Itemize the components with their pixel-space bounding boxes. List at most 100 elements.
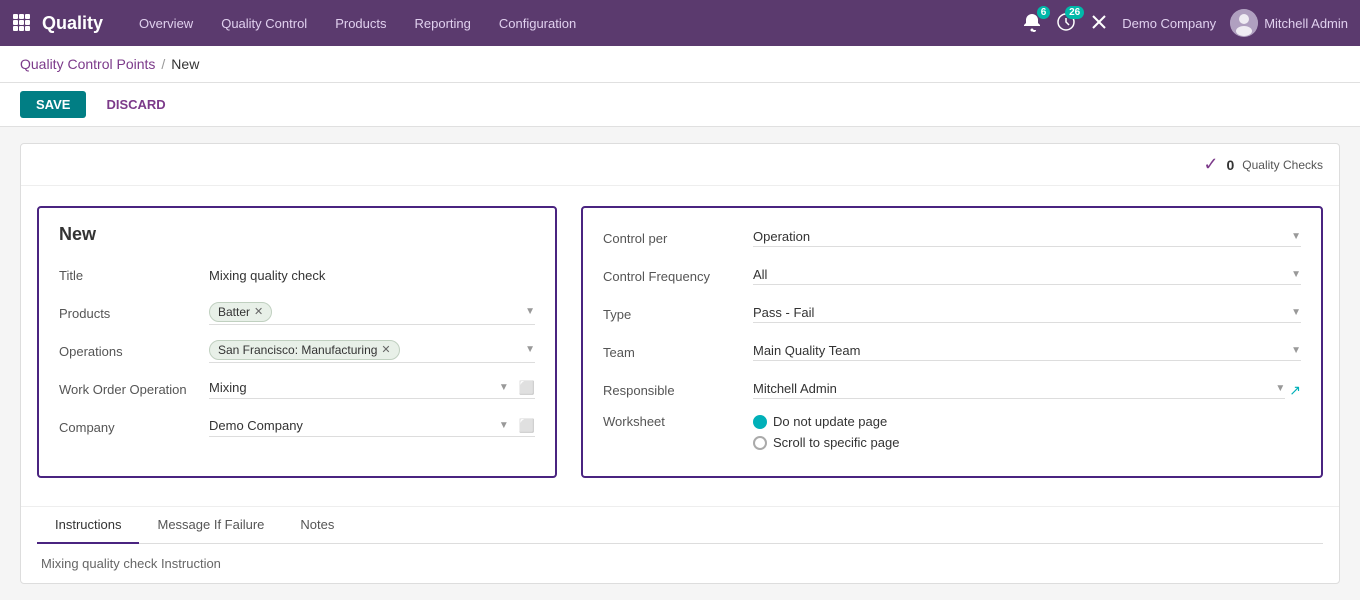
control-freq-value: All: [753, 267, 767, 282]
control-freq-label: Control Frequency: [603, 269, 753, 284]
app-brand: Quality: [42, 13, 103, 34]
responsible-value: Mitchell Admin: [753, 381, 837, 396]
responsible-select[interactable]: Mitchell Admin ▼: [753, 381, 1285, 399]
type-row: Type Pass - Fail ▼: [603, 300, 1301, 328]
control-per-value: Operation: [753, 229, 810, 244]
close-icon[interactable]: [1090, 13, 1108, 34]
worksheet-option2-label: Scroll to specific page: [773, 435, 899, 450]
team-label: Team: [603, 345, 753, 360]
breadcrumb-parent[interactable]: Quality Control Points: [20, 56, 155, 72]
save-button[interactable]: SAVE: [20, 91, 86, 118]
products-chevron-icon: ▼: [525, 306, 535, 317]
products-label: Products: [59, 306, 209, 321]
worksheet-option2-item[interactable]: Scroll to specific page: [753, 435, 899, 450]
operations-row: Operations San Francisco: Manufacturing …: [59, 337, 535, 365]
tab-content-instructions: Mixing quality check Instruction: [37, 544, 1323, 583]
top-navigation: Quality Overview Quality Control Product…: [0, 0, 1360, 46]
activity-icon[interactable]: 26: [1056, 12, 1076, 35]
worksheet-option1-label: Do not update page: [773, 414, 887, 429]
nav-item-quality-control[interactable]: Quality Control: [209, 10, 319, 37]
action-bar: SAVE DISCARD: [0, 83, 1360, 127]
user-name: Mitchell Admin: [1264, 16, 1348, 31]
control-per-row: Control per Operation ▼: [603, 224, 1301, 252]
nav-item-reporting[interactable]: Reporting: [403, 10, 483, 37]
work-order-label: Work Order Operation: [59, 382, 209, 397]
company-row: Company Demo Company ▼ ⬜: [59, 413, 535, 441]
team-value: Main Quality Team: [753, 343, 860, 358]
nav-item-configuration[interactable]: Configuration: [487, 10, 588, 37]
responsible-field: Mitchell Admin ▼ ↗: [753, 381, 1301, 399]
grid-icon[interactable]: [12, 13, 30, 34]
work-order-select[interactable]: Mixing ▼ ⬜: [209, 380, 535, 399]
card-header: ✓ 0 Quality Checks: [21, 144, 1339, 186]
company-external-icon[interactable]: ⬜: [519, 418, 535, 434]
team-row: Team Main Quality Team ▼: [603, 338, 1301, 366]
tabs-area: Instructions Message If Failure Notes Mi…: [21, 506, 1339, 583]
breadcrumb: Quality Control Points / New: [0, 46, 1360, 83]
control-freq-select[interactable]: All ▼: [753, 267, 1301, 285]
worksheet-option1-radio: [753, 415, 767, 429]
nav-items: Overview Quality Control Products Report…: [127, 10, 1018, 37]
quality-checks-button[interactable]: ✓ 0 Quality Checks: [1203, 154, 1323, 175]
activity-badge: 26: [1065, 6, 1084, 19]
tab-message-if-failure[interactable]: Message If Failure: [139, 507, 282, 544]
nav-item-overview[interactable]: Overview: [127, 10, 205, 37]
company-value: Demo Company: [209, 418, 303, 433]
title-value[interactable]: Mixing quality check: [209, 268, 535, 283]
title-label: Title: [59, 268, 209, 283]
title-row: Title Mixing quality check: [59, 261, 535, 289]
products-tag-text: Batter: [218, 305, 250, 319]
worksheet-row: Worksheet Do not update page Scroll to s…: [603, 414, 1301, 450]
work-order-row: Work Order Operation Mixing ▼ ⬜: [59, 375, 535, 403]
form-card: ✓ 0 Quality Checks New Title Mixing qual…: [20, 143, 1340, 584]
operations-select[interactable]: San Francisco: Manufacturing ✕ ▼: [209, 340, 535, 363]
operations-tag: San Francisco: Manufacturing ✕: [209, 340, 400, 360]
tab-notes[interactable]: Notes: [282, 507, 352, 544]
nav-item-products[interactable]: Products: [323, 10, 398, 37]
notifications-badge: 6: [1037, 6, 1051, 19]
form-area: New Title Mixing quality check Products …: [21, 186, 1339, 498]
control-freq-chevron-icon: ▼: [1291, 269, 1301, 280]
operations-tag-remove[interactable]: ✕: [381, 343, 390, 356]
responsible-row: Responsible Mitchell Admin ▼ ↗: [603, 376, 1301, 404]
work-order-value: Mixing: [209, 380, 247, 395]
team-select[interactable]: Main Quality Team ▼: [753, 343, 1301, 361]
discard-button[interactable]: DISCARD: [94, 91, 177, 118]
operations-chevron-icon: ▼: [525, 344, 535, 355]
control-per-chevron-icon: ▼: [1291, 231, 1301, 242]
tab-instructions[interactable]: Instructions: [37, 507, 139, 544]
notifications-icon[interactable]: 6: [1022, 12, 1042, 35]
work-order-chevron-icon: ▼: [499, 382, 509, 393]
type-label: Type: [603, 307, 753, 322]
quality-checks-count: 0: [1227, 157, 1235, 173]
form-left-panel: New Title Mixing quality check Products …: [37, 206, 557, 478]
user-avatar: [1230, 9, 1258, 37]
control-per-select[interactable]: Operation ▼: [753, 229, 1301, 247]
tabs-header: Instructions Message If Failure Notes: [37, 507, 1323, 544]
responsible-external-icon[interactable]: ↗: [1289, 382, 1301, 399]
breadcrumb-current: New: [171, 56, 199, 72]
worksheet-option1-item[interactable]: Do not update page: [753, 414, 899, 429]
responsible-label: Responsible: [603, 383, 753, 398]
tab-instructions-text: Mixing quality check Instruction: [41, 556, 221, 571]
products-row: Products Batter ✕ ▼: [59, 299, 535, 327]
operations-tag-text: San Francisco: Manufacturing: [218, 343, 377, 357]
operations-label: Operations: [59, 344, 209, 359]
checkmark-icon: ✓: [1203, 154, 1218, 175]
worksheet-label: Worksheet: [603, 414, 753, 429]
form-right-panel: Control per Operation ▼ Control Frequenc…: [581, 206, 1323, 478]
responsible-chevron-icon: ▼: [1275, 383, 1285, 394]
company-select[interactable]: Demo Company ▼ ⬜: [209, 418, 535, 437]
company-label: Company: [59, 420, 209, 435]
products-tag: Batter ✕: [209, 302, 272, 322]
type-value: Pass - Fail: [753, 305, 814, 320]
products-tag-remove[interactable]: ✕: [254, 305, 263, 318]
company-chevron-icon: ▼: [499, 420, 509, 431]
products-select[interactable]: Batter ✕ ▼: [209, 302, 535, 325]
quality-checks-label: Quality Checks: [1242, 158, 1323, 172]
user-menu[interactable]: Mitchell Admin: [1230, 9, 1348, 37]
company-name: Demo Company: [1122, 16, 1216, 31]
type-select[interactable]: Pass - Fail ▼: [753, 305, 1301, 323]
work-order-external-icon[interactable]: ⬜: [519, 380, 535, 396]
worksheet-radio-group: Do not update page Scroll to specific pa…: [753, 414, 899, 450]
